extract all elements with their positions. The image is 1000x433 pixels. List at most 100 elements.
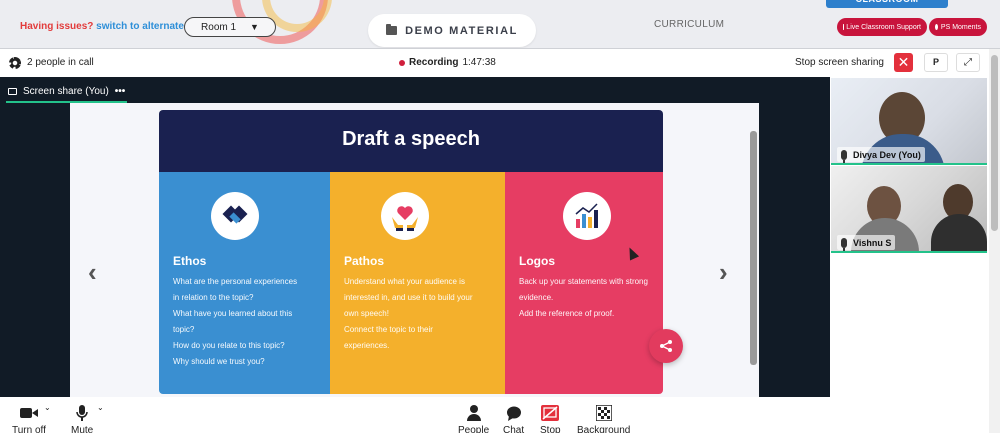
stop-share-icon: [541, 405, 560, 421]
background-blur-icon: [595, 405, 613, 421]
video-camera-icon: [19, 405, 38, 421]
ps-moments-label: PS Moments: [940, 23, 981, 31]
page-scrollbar[interactable]: [989, 49, 1000, 433]
ethos-line: topic?: [173, 325, 195, 334]
gear-icon[interactable]: [9, 57, 21, 69]
mute-button-label: Mute: [71, 425, 94, 433]
pathos-column: Pathos Understand what your audience is …: [330, 172, 505, 394]
participant-name-tag: Divya Dev (You): [837, 147, 925, 163]
meeting-window: 2 people in call Recording 1:47:38 Stop …: [0, 48, 1000, 433]
ethos-column: Ethos What are the personal experiences …: [159, 172, 330, 394]
participant-name: Divya Dev (You): [853, 149, 921, 160]
close-icon: ✕: [897, 54, 910, 70]
issues-prefix: Having issues?: [20, 21, 94, 32]
shared-screen-scrollbar[interactable]: [750, 131, 757, 365]
shared-screen: ‹ › Draft a speech Ethos What are the pe…: [70, 103, 759, 397]
more-options-icon[interactable]: •••: [115, 86, 126, 97]
tab-demo-material-label: DEMO MATERIAL: [405, 24, 518, 37]
participant-name: Vishnu S: [853, 237, 892, 248]
meeting-header: 2 people in call Recording 1:47:38 Stop …: [0, 49, 988, 77]
recording-time: 1:47:38: [462, 57, 496, 68]
participant-shoulders: [931, 214, 987, 253]
stop-share-button-label: Stop: [540, 425, 561, 433]
folder-icon: [386, 24, 398, 35]
ethos-heading: Ethos: [173, 254, 207, 268]
camera-button[interactable]: Turn off: [12, 405, 46, 433]
mute-button[interactable]: Mute: [71, 405, 93, 433]
slide-title: Draft a speech: [159, 110, 663, 172]
chevron-left-icon[interactable]: ‹: [88, 257, 97, 288]
tab-demo-material[interactable]: DEMO MATERIAL: [368, 14, 536, 47]
screen-share-stage: Screen share (You) ••• ‹ › Draft a speec…: [0, 77, 830, 397]
live-classroom-support-button[interactable]: Live Classroom Support: [837, 18, 927, 36]
active-speaker-bar: [831, 251, 987, 253]
background-button[interactable]: Background: [577, 405, 630, 433]
pathos-line: experiences.: [344, 341, 390, 350]
participant-tile[interactable]: Vishnu S: [831, 166, 987, 253]
screen-icon: [8, 87, 17, 95]
handshake-icon: [211, 192, 259, 240]
pathos-heading: Pathos: [344, 254, 385, 268]
heart-hands-icon: [381, 192, 429, 240]
ethos-line: What are the personal experiences: [173, 277, 298, 286]
camera-button-label: Turn off: [12, 425, 46, 433]
page-scrollbar-thumb[interactable]: [991, 55, 998, 231]
stop-sharing-button[interactable]: ✕: [894, 53, 913, 72]
people-button-label: People: [458, 425, 490, 433]
slide-columns: Ethos What are the personal experiences …: [159, 172, 663, 394]
ethos-line: What have you learned about this: [173, 309, 293, 318]
tab-screen-share[interactable]: Screen share (You) •••: [6, 83, 128, 103]
classroom-badge: CLASSROOM: [826, 0, 948, 8]
logos-column: Logos Back up your statements with stron…: [505, 172, 663, 394]
recording-label: Recording: [409, 57, 459, 68]
participant-strip: Divya Dev (You) Vishnu S: [830, 77, 989, 397]
record-dot-icon: [399, 59, 405, 66]
bar-chart-icon: [563, 192, 611, 240]
active-speaker-bar: [831, 163, 987, 165]
slide: Draft a speech Ethos What are the person…: [159, 110, 663, 394]
participant-name-tag: Vishnu S: [837, 235, 896, 251]
stop-screen-sharing-label: Stop screen sharing: [795, 57, 884, 68]
app-top-bar: Having issues? switch to alternate room …: [0, 0, 1000, 48]
pathos-line: Connect the topic to their: [344, 325, 433, 334]
participant-tile[interactable]: Divya Dev (You): [831, 78, 987, 165]
chevron-right-icon[interactable]: ›: [719, 257, 728, 288]
ethos-line: How do you relate to this topic?: [173, 341, 285, 350]
ethos-line: Why should we trust you?: [173, 357, 265, 366]
people-count: 2 people in call: [27, 57, 94, 68]
chat-button-label: Chat: [503, 425, 525, 433]
pathos-line: own speech!: [344, 309, 389, 318]
mic-icon: [841, 237, 847, 251]
stop-share-button[interactable]: Stop: [540, 405, 561, 433]
room-select[interactable]: Room 1 ▼: [184, 17, 276, 37]
logos-line: Add the reference of proof.: [519, 309, 615, 318]
pathos-line: interested in, and use it to build your: [344, 293, 473, 302]
logos-line: evidence.: [519, 293, 554, 302]
background-button-label: Background: [577, 425, 631, 433]
p-button[interactable]: P: [924, 53, 948, 72]
share-button[interactable]: [649, 329, 683, 363]
screen-share-label: Screen share (You): [23, 85, 109, 97]
issues-banner: Having issues? switch to alternate room: [20, 21, 212, 32]
chat-button[interactable]: Chat: [503, 405, 524, 433]
caret-down-icon: ▼: [250, 22, 259, 32]
meeting-toolbar: Turn off ⌄ Mute ⌄ People Chat Stop Backg…: [0, 397, 988, 433]
person-icon: [465, 405, 483, 421]
microphone-icon: [73, 405, 91, 421]
chevron-down-icon[interactable]: ⌄: [97, 403, 104, 412]
share-icon: [660, 340, 672, 352]
logos-line: Back up your statements with strong: [519, 277, 648, 286]
chevron-down-icon[interactable]: ⌄: [44, 403, 51, 412]
chat-bubble-icon: [505, 405, 523, 421]
ps-moments-button[interactable]: PS Moments: [929, 18, 987, 36]
expand-icon: ⤢: [964, 57, 972, 68]
pathos-line: Understand what your audience is: [344, 277, 465, 286]
live-support-label: Live Classroom Support: [846, 23, 921, 31]
ethos-line: in relation to the topic?: [173, 293, 254, 302]
tab-curriculum[interactable]: CURRICULUM: [654, 19, 724, 30]
room-select-value: Room 1: [201, 21, 237, 33]
fullscreen-button[interactable]: ⤢: [956, 53, 980, 72]
moments-icon: [935, 24, 938, 30]
recording-indicator: Recording 1:47:38: [399, 57, 496, 68]
people-button[interactable]: People: [458, 405, 489, 433]
